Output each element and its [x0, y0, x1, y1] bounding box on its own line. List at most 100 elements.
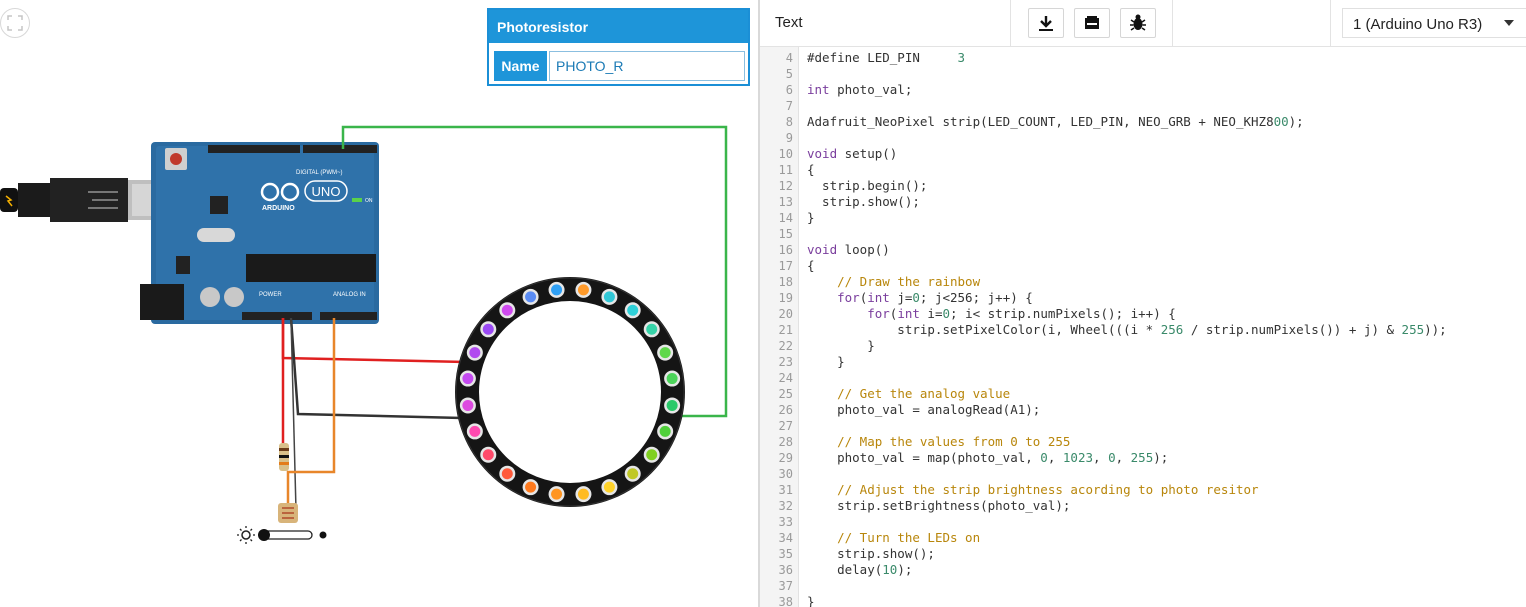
device-select[interactable]: 1 (Arduino Uno R3)	[1342, 8, 1526, 38]
line-number: 31	[778, 483, 793, 497]
chevron-down-icon	[1504, 20, 1514, 26]
code-text: photo_val = map(photo_val, 0, 1023, 0, 2…	[807, 450, 1169, 465]
code-line: 24	[760, 370, 1526, 386]
photoresistor[interactable]	[278, 503, 298, 523]
component-properties-panel: Photoresistor Name PHOTO_R	[487, 8, 750, 86]
line-number: 11	[778, 163, 793, 177]
code-line: 28 // Map the values from 0 to 255	[760, 434, 1526, 450]
arduino-board[interactable]: UNO ARDUINO DIGITAL (PWM~) ON POWER ANAL…	[140, 142, 379, 324]
editor-mode-select[interactable]: Text	[775, 14, 803, 31]
code-text: delay(10);	[807, 562, 913, 577]
neopixel-led-light	[659, 347, 671, 359]
neopixel-led-light	[577, 284, 589, 296]
name-input[interactable]: PHOTO_R	[549, 51, 745, 81]
neopixel-led-light	[482, 323, 494, 335]
code-text: void setup()	[807, 146, 898, 161]
line-number: 7	[785, 99, 793, 113]
code-text: int photo_val;	[807, 82, 913, 97]
line-number: 16	[778, 243, 793, 257]
code-text: // Get the analog value	[837, 386, 1011, 401]
neopixel-led-light	[666, 399, 678, 411]
digital-label: DIGITAL (PWM~)	[296, 170, 343, 176]
code-text: // Adjust the strip brightness acording …	[837, 482, 1259, 497]
sun-icon	[241, 530, 251, 540]
code-line: 14}	[760, 210, 1526, 226]
debugger-button[interactable]	[1120, 8, 1156, 38]
code-line: 10 void setup()	[760, 146, 1526, 162]
line-number: 19	[778, 291, 793, 305]
code-text: // Turn the LEDs on	[837, 530, 981, 545]
neopixel-led-light	[551, 488, 563, 500]
code-text: #define LED_PIN 3	[807, 50, 966, 65]
code-editor[interactable]: 4 #define LED_PIN 3 5 6 int photo_val; 7 8 Adaf…	[760, 47, 1526, 607]
code-text: }	[807, 210, 815, 225]
code-line: 18 // Draw the rainbow	[760, 274, 1526, 290]
line-number: 17	[778, 259, 793, 273]
neopixel-led-light	[659, 425, 671, 437]
code-line: 27	[760, 418, 1526, 434]
line-number: 27	[778, 419, 793, 433]
code-line: 5	[760, 66, 1526, 82]
line-number: 36	[778, 563, 793, 577]
on-label: ON	[365, 198, 373, 204]
neopixel-led-light	[525, 291, 537, 303]
line-number: 25	[778, 387, 793, 401]
name-row: Name PHOTO_R	[494, 51, 745, 81]
neopixel-led-light	[603, 291, 615, 303]
board-brand: ARDUINO	[262, 205, 295, 212]
neopixel-led-light	[666, 373, 678, 385]
bug-icon	[1130, 14, 1146, 31]
line-number: 21	[778, 323, 793, 337]
neopixel-led-light	[462, 399, 474, 411]
circuit-drawing: UNO ARDUINO DIGITAL (PWM~) ON POWER ANAL…	[0, 125, 728, 544]
code-text: strip.show();	[807, 546, 935, 561]
neopixel-led-light	[627, 304, 639, 316]
code-line: 4 #define LED_PIN 3	[760, 50, 1526, 66]
code-line: 25 // Get the analog value	[760, 386, 1526, 402]
neopixel-led-light	[462, 373, 474, 385]
neopixel-led-light	[525, 481, 537, 493]
neopixel-led-light	[482, 449, 494, 461]
neopixel-led-light	[501, 304, 513, 316]
line-number: 32	[778, 499, 793, 513]
download-button[interactable]	[1028, 8, 1064, 38]
light-slider[interactable]	[237, 526, 327, 544]
code-text: {	[807, 258, 815, 273]
code-text: Adafruit_NeoPixel strip(LED_COUNT, LED_P…	[807, 114, 1304, 129]
neopixel-led-light	[501, 468, 513, 480]
line-number: 12	[778, 179, 793, 193]
line-number: 22	[778, 339, 793, 353]
line-number: 29	[778, 451, 793, 465]
line-number: 20	[778, 307, 793, 321]
neopixel-led-light	[603, 481, 615, 493]
device-select-value: 1 (Arduino Uno R3)	[1353, 16, 1483, 33]
code-line: 7	[760, 98, 1526, 114]
circuit-canvas[interactable]: UNO ARDUINO DIGITAL (PWM~) ON POWER ANAL…	[0, 0, 758, 607]
code-line: 11 {	[760, 162, 1526, 178]
code-text: }	[807, 354, 845, 369]
code-line: 23 }	[760, 354, 1526, 370]
code-line: 31 // Adjust the strip brightness acordi…	[760, 482, 1526, 498]
line-number: 5	[785, 67, 793, 81]
code-line: 26 photo_val = analogRead(A1);	[760, 402, 1526, 418]
code-line: 33	[760, 514, 1526, 530]
code-text: {	[807, 162, 815, 177]
neopixel-led-light	[646, 323, 658, 335]
code-line: 21 strip.setPixelColor(i, Wheel(((i * 25…	[760, 322, 1526, 338]
code-line: 6 int photo_val;	[760, 82, 1526, 98]
line-number: 33	[778, 515, 793, 529]
line-number: 38	[778, 595, 793, 607]
wire-red[interactable]	[281, 318, 467, 364]
code-line: 17 {	[760, 258, 1526, 274]
panel-title: Photoresistor	[489, 10, 748, 43]
neopixel-ring[interactable]	[455, 277, 685, 507]
analog-label: ANALOG IN	[333, 292, 366, 298]
code-line: 35 strip.show();	[760, 546, 1526, 562]
code-toolbar: Text 1 (Arduino Uno R3)	[760, 0, 1526, 47]
neopixel-led-light	[577, 488, 589, 500]
resistor[interactable]	[279, 443, 289, 471]
wire-black[interactable]	[289, 317, 463, 420]
neopixel-led-light	[469, 347, 481, 359]
neopixel-led-light	[551, 284, 563, 296]
libraries-button[interactable]	[1074, 8, 1110, 38]
